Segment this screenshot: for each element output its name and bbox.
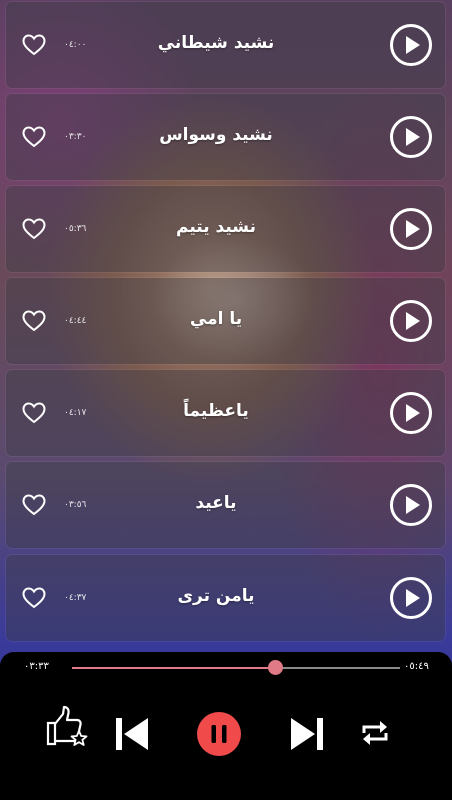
thumbs-up-star-icon[interactable]	[44, 704, 90, 750]
pause-icon[interactable]	[196, 711, 242, 757]
skip-next-icon[interactable]	[287, 716, 327, 752]
heart-icon[interactable]	[22, 587, 46, 609]
track-duration: ٠٣:٥٦	[64, 500, 87, 510]
play-circle-icon[interactable]	[389, 23, 433, 67]
seek-bar[interactable]	[72, 667, 400, 669]
track-title: نشيد وسواس	[159, 125, 273, 145]
track-duration: ٠٥:٣٦	[64, 224, 87, 234]
player-bar: ٠٣:٣٣ ٠٥:٤٩	[0, 652, 452, 800]
play-circle-icon[interactable]	[389, 115, 433, 159]
repeat-icon[interactable]	[359, 718, 391, 748]
heart-icon[interactable]	[22, 218, 46, 240]
heart-icon[interactable]	[22, 402, 46, 424]
heart-icon[interactable]	[22, 126, 46, 148]
play-circle-icon[interactable]	[389, 207, 433, 251]
heart-icon[interactable]	[22, 494, 46, 516]
list-item[interactable]: ٠٥:٣٦ نشيد يتيم	[6, 186, 445, 272]
seek-bar-progress	[72, 667, 276, 669]
track-title: نشيد شيطاني	[157, 33, 275, 53]
list-item[interactable]: ٠٤:٤٤ يا امي	[6, 278, 445, 364]
track-title: يا امي	[189, 309, 243, 329]
total-time: ٠٥:٤٩	[404, 661, 429, 672]
track-duration: ٠٤:٠٠	[64, 40, 87, 50]
track-duration: ٠٤:٤٤	[64, 316, 87, 326]
heart-icon[interactable]	[22, 34, 46, 56]
play-circle-icon[interactable]	[389, 299, 433, 343]
track-duration: ٠٤:١٧	[64, 408, 87, 418]
track-title: ياعظيماً	[183, 401, 249, 421]
track-duration: ٠٤:٣٧	[64, 593, 87, 603]
heart-icon[interactable]	[22, 310, 46, 332]
list-item[interactable]: ٠٤:١٧ ياعظيماً	[6, 370, 445, 456]
play-circle-icon[interactable]	[389, 576, 433, 620]
list-item[interactable]: ٠٤:٠٠ نشيد شيطاني	[6, 2, 445, 88]
elapsed-time: ٠٣:٣٣	[24, 661, 49, 672]
track-title: يامن ترى	[177, 586, 255, 606]
track-title: نشيد يتيم	[176, 217, 256, 237]
list-item[interactable]: ٠٣:٣٠ نشيد وسواس	[6, 94, 445, 180]
track-duration: ٠٣:٣٠	[64, 132, 87, 142]
seek-handle[interactable]	[268, 660, 284, 675]
track-title: ياعيد	[195, 493, 237, 513]
play-circle-icon[interactable]	[389, 483, 433, 527]
play-circle-icon[interactable]	[389, 391, 433, 435]
list-item[interactable]: ٠٤:٣٧ يامن ترى	[6, 555, 445, 641]
list-item[interactable]: ٠٣:٥٦ ياعيد	[6, 462, 445, 548]
skip-previous-icon[interactable]	[112, 716, 152, 752]
